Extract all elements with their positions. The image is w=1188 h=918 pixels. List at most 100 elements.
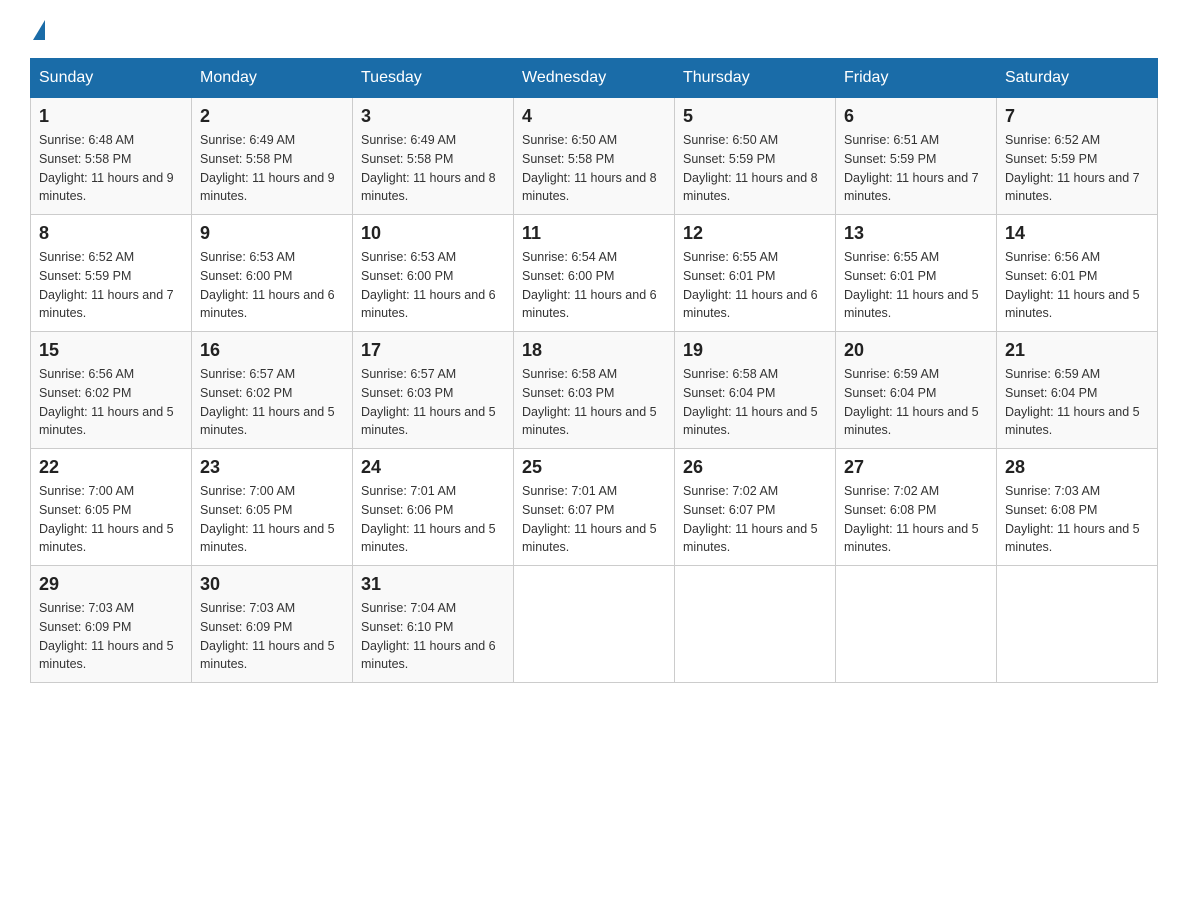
calendar-day-cell: 21 Sunrise: 6:59 AMSunset: 6:04 PMDaylig… [997,332,1158,449]
logo-arrow-icon [33,20,45,40]
day-number: 25 [522,457,666,478]
day-info: Sunrise: 6:57 AMSunset: 6:02 PMDaylight:… [200,365,344,440]
day-info: Sunrise: 6:59 AMSunset: 6:04 PMDaylight:… [1005,365,1149,440]
day-number: 15 [39,340,183,361]
day-info: Sunrise: 6:50 AMSunset: 5:58 PMDaylight:… [522,131,666,206]
day-number: 27 [844,457,988,478]
calendar-day-cell: 20 Sunrise: 6:59 AMSunset: 6:04 PMDaylig… [836,332,997,449]
calendar-table: SundayMondayTuesdayWednesdayThursdayFrid… [30,58,1158,683]
day-number: 14 [1005,223,1149,244]
calendar-day-cell: 16 Sunrise: 6:57 AMSunset: 6:02 PMDaylig… [192,332,353,449]
day-of-week-header: Sunday [31,59,192,98]
day-number: 18 [522,340,666,361]
day-info: Sunrise: 7:03 AMSunset: 6:08 PMDaylight:… [1005,482,1149,557]
page-header [30,20,1158,38]
calendar-day-cell: 2 Sunrise: 6:49 AMSunset: 5:58 PMDayligh… [192,98,353,215]
calendar-day-cell: 28 Sunrise: 7:03 AMSunset: 6:08 PMDaylig… [997,449,1158,566]
day-info: Sunrise: 6:48 AMSunset: 5:58 PMDaylight:… [39,131,183,206]
day-number: 3 [361,106,505,127]
day-number: 22 [39,457,183,478]
day-number: 29 [39,574,183,595]
calendar-day-cell: 27 Sunrise: 7:02 AMSunset: 6:08 PMDaylig… [836,449,997,566]
day-info: Sunrise: 7:04 AMSunset: 6:10 PMDaylight:… [361,599,505,674]
day-info: Sunrise: 6:51 AMSunset: 5:59 PMDaylight:… [844,131,988,206]
calendar-day-cell: 5 Sunrise: 6:50 AMSunset: 5:59 PMDayligh… [675,98,836,215]
day-number: 7 [1005,106,1149,127]
calendar-week-row: 22 Sunrise: 7:00 AMSunset: 6:05 PMDaylig… [31,449,1158,566]
day-number: 1 [39,106,183,127]
day-info: Sunrise: 6:55 AMSunset: 6:01 PMDaylight:… [844,248,988,323]
calendar-day-cell: 12 Sunrise: 6:55 AMSunset: 6:01 PMDaylig… [675,215,836,332]
day-of-week-header: Wednesday [514,59,675,98]
day-number: 5 [683,106,827,127]
calendar-day-cell: 17 Sunrise: 6:57 AMSunset: 6:03 PMDaylig… [353,332,514,449]
day-info: Sunrise: 6:55 AMSunset: 6:01 PMDaylight:… [683,248,827,323]
day-of-week-header: Friday [836,59,997,98]
day-info: Sunrise: 6:59 AMSunset: 6:04 PMDaylight:… [844,365,988,440]
day-number: 16 [200,340,344,361]
calendar-day-cell [514,566,675,683]
calendar-day-cell: 26 Sunrise: 7:02 AMSunset: 6:07 PMDaylig… [675,449,836,566]
day-number: 8 [39,223,183,244]
day-info: Sunrise: 7:03 AMSunset: 6:09 PMDaylight:… [39,599,183,674]
logo [30,20,45,38]
day-info: Sunrise: 6:49 AMSunset: 5:58 PMDaylight:… [361,131,505,206]
calendar-day-cell [997,566,1158,683]
calendar-day-cell: 14 Sunrise: 6:56 AMSunset: 6:01 PMDaylig… [997,215,1158,332]
calendar-week-row: 29 Sunrise: 7:03 AMSunset: 6:09 PMDaylig… [31,566,1158,683]
day-number: 12 [683,223,827,244]
day-number: 31 [361,574,505,595]
day-info: Sunrise: 6:49 AMSunset: 5:58 PMDaylight:… [200,131,344,206]
calendar-week-row: 1 Sunrise: 6:48 AMSunset: 5:58 PMDayligh… [31,98,1158,215]
day-info: Sunrise: 6:53 AMSunset: 6:00 PMDaylight:… [361,248,505,323]
day-number: 19 [683,340,827,361]
calendar-week-row: 8 Sunrise: 6:52 AMSunset: 5:59 PMDayligh… [31,215,1158,332]
days-of-week-row: SundayMondayTuesdayWednesdayThursdayFrid… [31,59,1158,98]
day-number: 21 [1005,340,1149,361]
day-info: Sunrise: 7:02 AMSunset: 6:07 PMDaylight:… [683,482,827,557]
day-info: Sunrise: 7:01 AMSunset: 6:06 PMDaylight:… [361,482,505,557]
day-info: Sunrise: 7:00 AMSunset: 6:05 PMDaylight:… [200,482,344,557]
day-info: Sunrise: 7:03 AMSunset: 6:09 PMDaylight:… [200,599,344,674]
day-info: Sunrise: 6:52 AMSunset: 5:59 PMDaylight:… [1005,131,1149,206]
calendar-day-cell [675,566,836,683]
calendar-day-cell: 10 Sunrise: 6:53 AMSunset: 6:00 PMDaylig… [353,215,514,332]
day-info: Sunrise: 6:50 AMSunset: 5:59 PMDaylight:… [683,131,827,206]
calendar-day-cell: 25 Sunrise: 7:01 AMSunset: 6:07 PMDaylig… [514,449,675,566]
calendar-day-cell: 19 Sunrise: 6:58 AMSunset: 6:04 PMDaylig… [675,332,836,449]
calendar-day-cell: 13 Sunrise: 6:55 AMSunset: 6:01 PMDaylig… [836,215,997,332]
day-info: Sunrise: 6:56 AMSunset: 6:01 PMDaylight:… [1005,248,1149,323]
calendar-day-cell: 22 Sunrise: 7:00 AMSunset: 6:05 PMDaylig… [31,449,192,566]
day-of-week-header: Thursday [675,59,836,98]
day-number: 6 [844,106,988,127]
day-number: 17 [361,340,505,361]
calendar-body: 1 Sunrise: 6:48 AMSunset: 5:58 PMDayligh… [31,98,1158,683]
day-number: 4 [522,106,666,127]
calendar-day-cell: 7 Sunrise: 6:52 AMSunset: 5:59 PMDayligh… [997,98,1158,215]
day-of-week-header: Tuesday [353,59,514,98]
calendar-day-cell: 4 Sunrise: 6:50 AMSunset: 5:58 PMDayligh… [514,98,675,215]
day-number: 28 [1005,457,1149,478]
day-info: Sunrise: 7:02 AMSunset: 6:08 PMDaylight:… [844,482,988,557]
day-info: Sunrise: 6:58 AMSunset: 6:04 PMDaylight:… [683,365,827,440]
day-of-week-header: Saturday [997,59,1158,98]
calendar-day-cell: 6 Sunrise: 6:51 AMSunset: 5:59 PMDayligh… [836,98,997,215]
day-info: Sunrise: 6:58 AMSunset: 6:03 PMDaylight:… [522,365,666,440]
day-info: Sunrise: 6:54 AMSunset: 6:00 PMDaylight:… [522,248,666,323]
day-number: 2 [200,106,344,127]
calendar-day-cell [836,566,997,683]
day-info: Sunrise: 7:01 AMSunset: 6:07 PMDaylight:… [522,482,666,557]
day-number: 24 [361,457,505,478]
day-of-week-header: Monday [192,59,353,98]
day-info: Sunrise: 7:00 AMSunset: 6:05 PMDaylight:… [39,482,183,557]
calendar-day-cell: 23 Sunrise: 7:00 AMSunset: 6:05 PMDaylig… [192,449,353,566]
calendar-day-cell: 31 Sunrise: 7:04 AMSunset: 6:10 PMDaylig… [353,566,514,683]
day-number: 11 [522,223,666,244]
calendar-day-cell: 1 Sunrise: 6:48 AMSunset: 5:58 PMDayligh… [31,98,192,215]
calendar-week-row: 15 Sunrise: 6:56 AMSunset: 6:02 PMDaylig… [31,332,1158,449]
day-number: 10 [361,223,505,244]
calendar-day-cell: 3 Sunrise: 6:49 AMSunset: 5:58 PMDayligh… [353,98,514,215]
calendar-header: SundayMondayTuesdayWednesdayThursdayFrid… [31,59,1158,98]
calendar-day-cell: 29 Sunrise: 7:03 AMSunset: 6:09 PMDaylig… [31,566,192,683]
calendar-day-cell: 18 Sunrise: 6:58 AMSunset: 6:03 PMDaylig… [514,332,675,449]
